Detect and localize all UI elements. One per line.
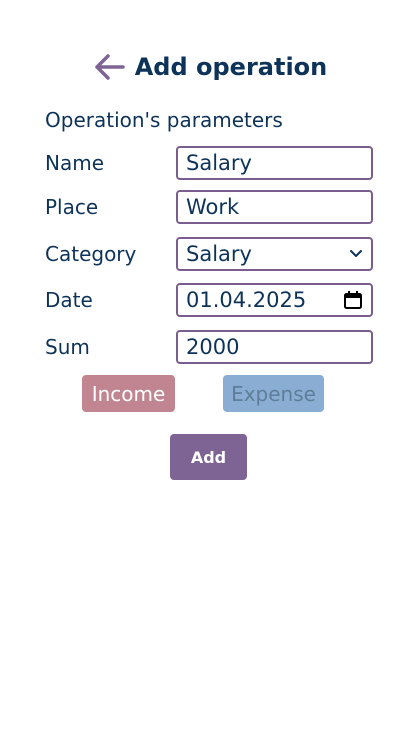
- category-select[interactable]: Salary: [176, 237, 373, 271]
- income-button[interactable]: Income: [82, 375, 175, 412]
- date-input[interactable]: 01.04.2025: [176, 283, 373, 317]
- date-value: 01.04.2025: [186, 288, 307, 312]
- expense-button[interactable]: Expense: [223, 375, 324, 412]
- sum-label: Sum: [45, 335, 90, 359]
- arrow-left-icon: [94, 54, 125, 80]
- name-label: Name: [45, 151, 105, 175]
- calendar-icon[interactable]: [343, 290, 363, 310]
- chevron-down-icon: [350, 250, 362, 257]
- name-row: Name Salary: [45, 146, 373, 180]
- back-button[interactable]: [91, 49, 127, 85]
- date-label: Date: [45, 288, 93, 312]
- add-operation-screen: Add operation Operation's parameters Nam…: [0, 0, 418, 743]
- category-label: Category: [45, 242, 137, 266]
- place-label: Place: [45, 195, 99, 219]
- sum-input[interactable]: 2000: [176, 330, 373, 364]
- name-input[interactable]: Salary: [176, 146, 373, 180]
- add-button[interactable]: Add: [170, 434, 247, 480]
- section-label: Operation's parameters: [45, 108, 283, 132]
- name-value: Salary: [186, 151, 252, 175]
- place-value: Work: [186, 195, 240, 219]
- place-row: Place Work: [45, 190, 373, 224]
- category-row: Category Salary: [45, 237, 373, 271]
- date-row: Date 01.04.2025: [45, 283, 373, 317]
- category-value: Salary: [186, 242, 252, 266]
- sum-value: 2000: [186, 335, 240, 359]
- sum-row: Sum 2000: [45, 330, 373, 364]
- header: Add operation: [0, 48, 418, 86]
- page-title: Add operation: [134, 53, 328, 81]
- place-input[interactable]: Work: [176, 190, 373, 224]
